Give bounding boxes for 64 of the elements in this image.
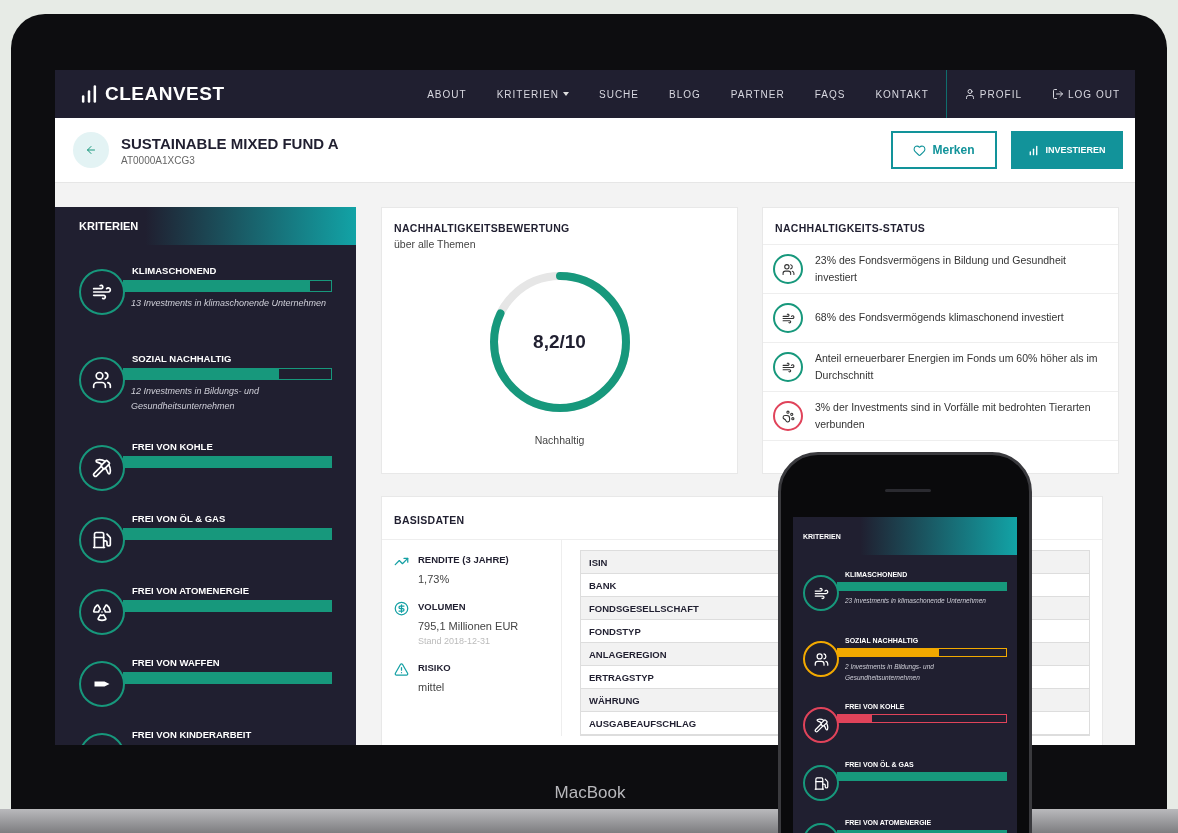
caret-icon [563, 92, 569, 96]
stat-label: RISIKO [418, 662, 452, 675]
criterion-title: FREI VON KINDERARBEIT [131, 729, 253, 740]
stat-label: VOLUMEN [418, 601, 467, 614]
wind-icon [92, 282, 112, 302]
nav-link[interactable]: PARTNER [715, 88, 800, 100]
user-icon [963, 88, 976, 100]
status-text: Anteil erneuerbarer Energien im Fonds um 60% höher als im Durchschnitt [815, 350, 1099, 383]
logo[interactable]: CLEANVEST [105, 83, 225, 105]
wind-icon [813, 585, 829, 601]
score-value: 8,2/10 [533, 331, 586, 353]
people-icon [92, 370, 112, 390]
pickaxe-icon [813, 717, 829, 733]
stat-label: RENDITE (3 JAHRE) [418, 554, 510, 567]
status-text: 68% des Fondsvermögends klimaschonend investiert [815, 310, 1064, 326]
criterion-title: FREI VON ATOMENERGIE [131, 585, 250, 596]
wind-icon [781, 311, 795, 325]
criterion-title: FREI VON ÖL & GAS [131, 513, 227, 524]
criterion-title: FREI VON KOHLE [131, 441, 214, 452]
fund-title: SUSTAINABLE MIXED FUND A [121, 134, 339, 152]
fund-isin: AT0000A1XCG3 [121, 154, 196, 166]
people-icon [813, 651, 829, 667]
warning-icon [394, 662, 409, 677]
nav-link[interactable]: SUCHE [584, 88, 654, 100]
pickaxe-icon [92, 458, 112, 478]
wind-icon [781, 360, 795, 374]
people-icon [781, 262, 795, 276]
card-subtitle: über alle Themen [394, 238, 477, 250]
logout-link[interactable]: LOG OUT [1037, 88, 1135, 100]
heart-icon [913, 143, 927, 157]
back-button[interactable] [73, 132, 109, 168]
dollar-icon [394, 601, 409, 616]
fuel-pump-icon [813, 775, 829, 791]
bars-icon [1028, 144, 1040, 156]
score-caption: Nachhaltig [533, 434, 586, 446]
laptop-label: MacBook [554, 783, 626, 803]
nav-link[interactable]: KRITERIEN [481, 88, 584, 100]
card-title: NACHHALTIGKEITSBEWERTUNG [394, 222, 571, 234]
criterion-title: KLIMASCHONEND [131, 265, 218, 276]
criterion-description: 12 Investments in Bildungs- und Gesundheitsunternehmen [130, 385, 261, 414]
logout-icon [1052, 88, 1064, 100]
stat-value: 1,73% [418, 573, 451, 585]
status-text: 23% des Fondsvermögens in Bildung und Gesundheit investiert [815, 252, 1067, 285]
status-text: 3% der Investments sind in Vorfälle mit bedrohten Tierarten verbunden [815, 399, 1092, 432]
nav-link[interactable]: KONTAKT [860, 88, 944, 100]
invest-button[interactable]: INVESTIEREN [1011, 131, 1123, 169]
nav-link[interactable]: BLOG [654, 88, 716, 100]
criterion-description: 13 Investments in klimaschonende Unternehmen [130, 297, 328, 310]
card-title: NACHHALTIGKEITS-STATUS [775, 222, 927, 234]
stat-note: Stand 2018-12-31 [418, 636, 492, 646]
nav-link[interactable]: ABOUT [412, 88, 482, 100]
criterion-title: SOZIAL NACHHALTIG [131, 353, 233, 364]
arrow-left-icon [85, 144, 97, 156]
fuel-pump-icon [92, 530, 112, 550]
criterion-title: FREI VON WAFFEN [131, 657, 221, 668]
stat-value: mittel [418, 681, 446, 693]
stat-value: 795,1 Millionen EUR [418, 620, 520, 632]
radiation-icon [92, 602, 112, 622]
paw-icon [781, 409, 795, 423]
profile-link[interactable]: PROFIL [948, 88, 1037, 100]
bars-logo-icon [79, 84, 99, 104]
bookmark-button[interactable]: Merken [891, 131, 997, 169]
nav-link[interactable]: FAQS [799, 88, 861, 100]
card-title: BASISDATEN [394, 514, 465, 526]
